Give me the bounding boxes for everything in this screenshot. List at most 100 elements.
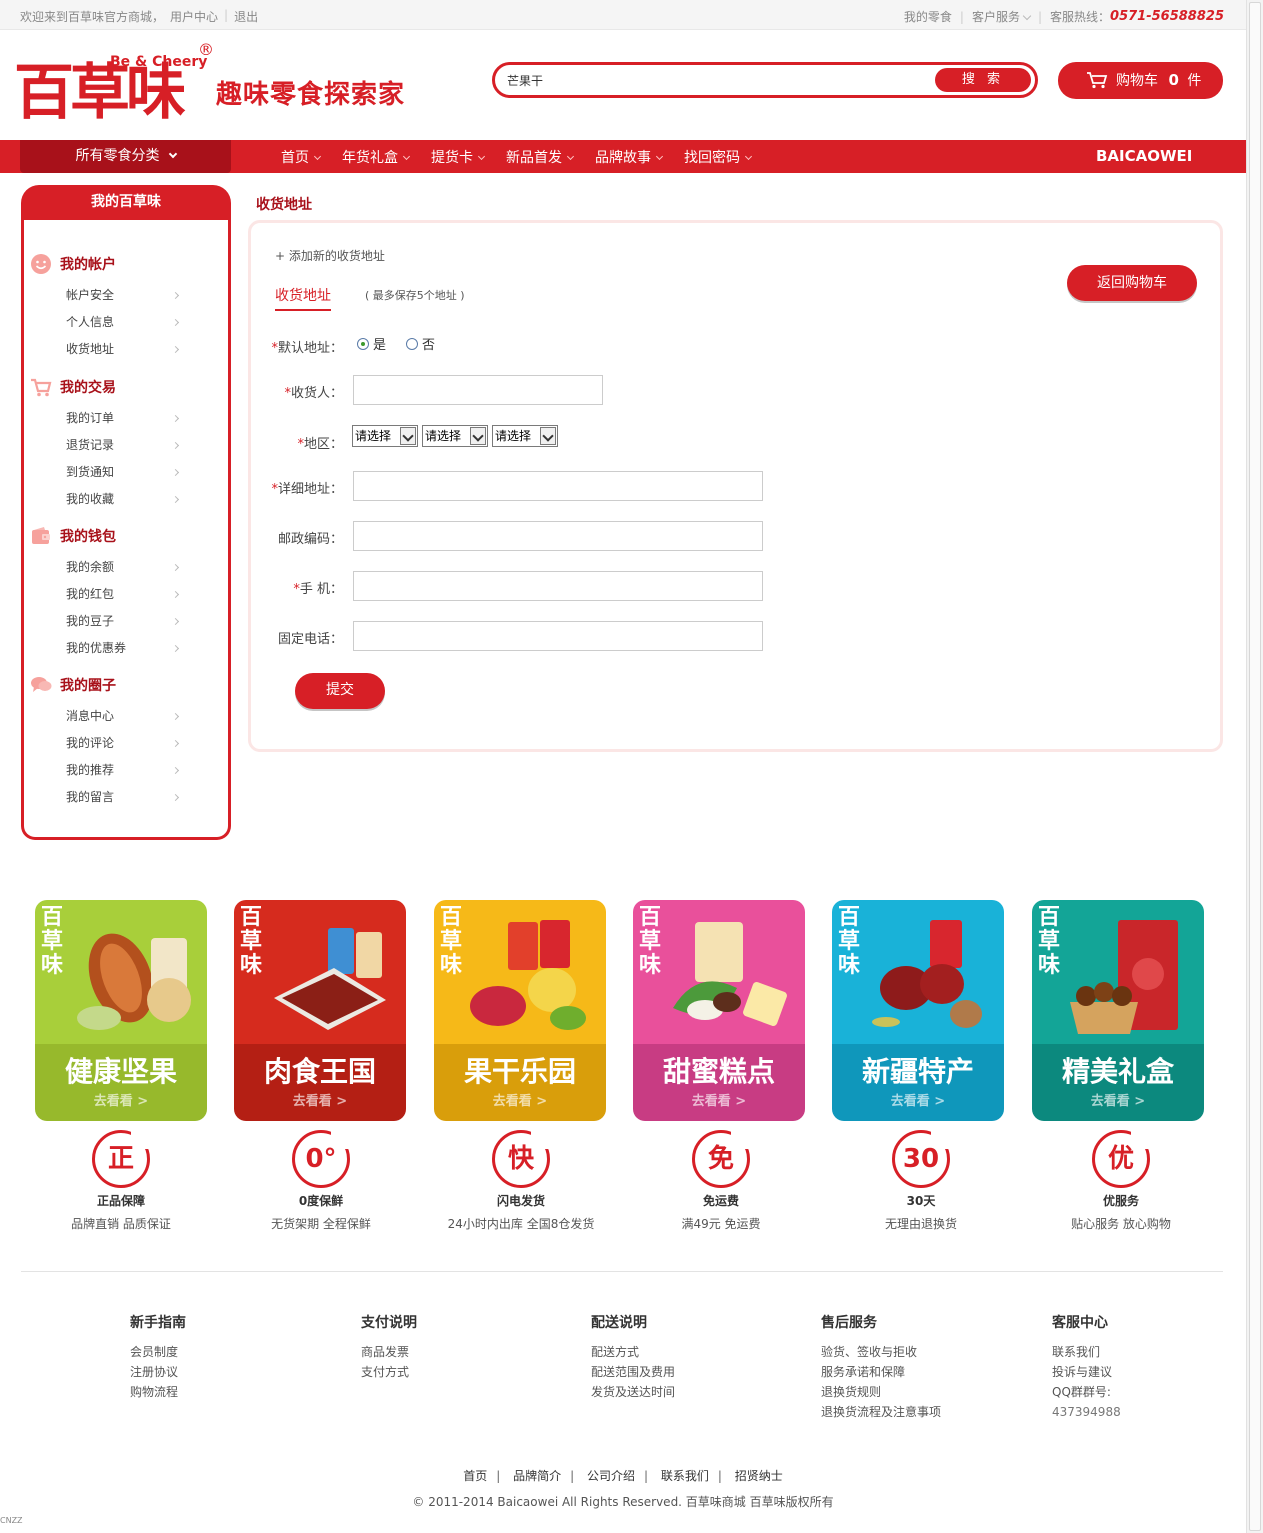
submit-button[interactable]: 提交 bbox=[295, 673, 385, 709]
excellent-icon: 优 bbox=[1092, 1127, 1153, 1188]
footer-link[interactable]: 支付方式 bbox=[361, 1362, 417, 1382]
nav-item-recover-password[interactable]: 找回密码 bbox=[684, 147, 753, 167]
footer-col-delivery: 配送说明 配送方式 配送范围及费用 发货及送达时间 bbox=[591, 1312, 675, 1402]
sidebar-item-account-security[interactable]: 帐户安全 bbox=[66, 282, 180, 309]
category-tile-meat[interactable]: 百草味 肉食王国 去看看 > bbox=[234, 900, 406, 1121]
chevron-down-icon bbox=[655, 152, 664, 160]
nav-item-voucher-card[interactable]: 提货卡 bbox=[431, 147, 486, 167]
chevron-down-icon bbox=[744, 152, 753, 160]
footer-link[interactable]: 验货、签收与拒收 bbox=[821, 1342, 941, 1362]
footer-link[interactable]: 会员制度 bbox=[130, 1342, 186, 1362]
footer-link[interactable]: 退换货流程及注意事项 bbox=[821, 1402, 941, 1422]
category-tile-xinjiang[interactable]: 百草味 新疆特产 去看看 > bbox=[832, 900, 1004, 1121]
default-no-radio[interactable]: 否 bbox=[406, 334, 435, 353]
sidebar-item-red-packets[interactable]: 我的红包 bbox=[66, 581, 180, 608]
city-select[interactable]: 请选择 bbox=[422, 425, 488, 447]
shopping-cart-icon bbox=[31, 378, 52, 397]
footer-link-careers[interactable]: 招贤纳士 bbox=[735, 1469, 783, 1483]
landline-input[interactable] bbox=[353, 621, 763, 651]
badge-service: 优 优服务 贴心服务 放心购物 bbox=[1036, 1127, 1206, 1232]
add-new-address-link[interactable]: + 添加新的收货地址 bbox=[275, 247, 385, 264]
footer-link-home[interactable]: 首页 bbox=[463, 1469, 487, 1483]
sidebar-item-favorites[interactable]: 我的收藏 bbox=[66, 486, 180, 513]
category-tile-pastry[interactable]: 百草味 甜蜜糕点 去看看 > bbox=[633, 900, 805, 1121]
footer-link-contact[interactable]: 联系我们 bbox=[661, 1469, 709, 1483]
row-region: *地区： 请选择 请选择 请选择 bbox=[251, 423, 1211, 453]
sidebar-item-my-messages[interactable]: 我的留言 bbox=[66, 784, 180, 811]
all-categories-menu[interactable]: 所有零食分类 bbox=[20, 140, 231, 173]
cart-button[interactable]: 购物车 0 件 bbox=[1058, 62, 1223, 99]
chevron-down-icon bbox=[540, 427, 556, 445]
district-select[interactable]: 请选择 bbox=[492, 425, 558, 447]
my-snacks-link[interactable]: 我的零食 bbox=[904, 8, 952, 25]
footer-link[interactable]: 投诉与建议 bbox=[1052, 1362, 1121, 1382]
scrollbar-thumb[interactable] bbox=[1249, 2, 1261, 1531]
back-to-cart-button[interactable]: 返回购物车 bbox=[1067, 265, 1197, 301]
footer-link[interactable]: 联系我们 bbox=[1052, 1342, 1121, 1362]
footer-link[interactable]: 商品发票 bbox=[361, 1342, 417, 1362]
footer-link[interactable]: 服务承诺和保障 bbox=[821, 1362, 941, 1382]
tile-logo: 百草味 bbox=[837, 905, 860, 978]
go-see-link[interactable]: 去看看 > bbox=[434, 1090, 606, 1109]
sidebar-item-my-orders[interactable]: 我的订单 bbox=[66, 405, 180, 432]
sidebar-item-my-reviews[interactable]: 我的评论 bbox=[66, 730, 180, 757]
detail-address-input[interactable] bbox=[353, 471, 763, 501]
jerky-image bbox=[274, 928, 386, 1030]
search-button[interactable]: 搜 索 bbox=[935, 68, 1031, 92]
chevron-right-icon bbox=[171, 617, 180, 626]
sidebar-item-shipping-address[interactable]: 收货地址 bbox=[66, 336, 180, 363]
sidebar-item-arrival-notice[interactable]: 到货通知 bbox=[66, 459, 180, 486]
category-tile-dried-fruit[interactable]: 百草味 果干乐园 去看看 > bbox=[434, 900, 606, 1121]
footer-link-company[interactable]: 公司介绍 bbox=[587, 1469, 635, 1483]
go-see-link[interactable]: 去看看 > bbox=[832, 1090, 1004, 1109]
zip-code-input[interactable] bbox=[353, 521, 763, 551]
sidebar-group-circle: 我的圈子 消息中心 我的评论 我的推荐 我的留言 bbox=[30, 673, 180, 811]
category-tile-gift-box[interactable]: 百草味 精美礼盒 去看看 > bbox=[1032, 900, 1204, 1121]
sidebar-group-wallet: 我的钱包 我的余额 我的红包 我的豆子 我的优惠券 bbox=[30, 524, 180, 662]
sidebar-item-return-records[interactable]: 退货记录 bbox=[66, 432, 180, 459]
logout-link[interactable]: 退出 bbox=[234, 8, 258, 25]
mobile-input[interactable] bbox=[353, 571, 763, 601]
sidebar-item-personal-info[interactable]: 个人信息 bbox=[66, 309, 180, 336]
category-tile-nuts[interactable]: 百草味 健康坚果 去看看 > bbox=[35, 900, 207, 1121]
go-see-link[interactable]: 去看看 > bbox=[234, 1090, 406, 1109]
customer-service-menu[interactable]: 客户服务 bbox=[972, 8, 1032, 25]
sidebar-item-balance[interactable]: 我的余额 bbox=[66, 554, 180, 581]
vertical-scrollbar[interactable] bbox=[1246, 0, 1263, 1533]
footer-link[interactable]: 退换货规则 bbox=[821, 1382, 941, 1402]
search-input[interactable] bbox=[507, 69, 927, 91]
nav-item-new-products[interactable]: 新品首发 bbox=[506, 147, 575, 167]
footer-link[interactable]: 注册协议 bbox=[130, 1362, 186, 1382]
chevron-down-icon bbox=[168, 149, 177, 159]
top-bar: 欢迎来到百草味官方商城， 用户中心 | 退出 我的零食 | 客户服务 | 客服热… bbox=[0, 0, 1246, 30]
row-phone: 固定电话： bbox=[251, 621, 1211, 651]
dried-fruit-image bbox=[470, 920, 586, 1030]
tab-shipping-address[interactable]: 收货地址 bbox=[275, 285, 331, 311]
sidebar-group-account: 我的帐户 帐户安全 个人信息 收货地址 bbox=[30, 252, 180, 363]
chevron-down-icon bbox=[470, 427, 486, 445]
footer-link[interactable]: 配送范围及费用 bbox=[591, 1362, 675, 1382]
footer-link[interactable]: 发货及送达时间 bbox=[591, 1382, 675, 1402]
nav-item-gift-box[interactable]: 年货礼盒 bbox=[342, 147, 411, 167]
chat-bubbles-icon bbox=[31, 677, 52, 692]
receiver-input[interactable] bbox=[353, 375, 603, 405]
user-center-link[interactable]: 用户中心 bbox=[170, 8, 218, 25]
nav-item-brand-story[interactable]: 品牌故事 bbox=[595, 147, 664, 167]
footer-link[interactable]: 购物流程 bbox=[130, 1382, 186, 1402]
wallet-icon bbox=[32, 527, 50, 544]
site-logo[interactable]: 百草味 Be & Cheery ® bbox=[14, 40, 214, 132]
sidebar-item-beans[interactable]: 我的豆子 bbox=[66, 608, 180, 635]
sidebar-item-message-center[interactable]: 消息中心 bbox=[66, 703, 180, 730]
pastry-image bbox=[673, 922, 787, 1026]
footer-link-brand[interactable]: 品牌简介 bbox=[513, 1469, 561, 1483]
go-see-link[interactable]: 去看看 > bbox=[35, 1090, 207, 1109]
sidebar-item-coupons[interactable]: 我的优惠券 bbox=[66, 635, 180, 662]
go-see-link[interactable]: 去看看 > bbox=[1032, 1090, 1204, 1109]
go-see-link[interactable]: 去看看 > bbox=[633, 1090, 805, 1109]
footer-link[interactable]: 配送方式 bbox=[591, 1342, 675, 1362]
nav-item-home[interactable]: 首页 bbox=[281, 147, 322, 167]
sidebar-item-my-recommendations[interactable]: 我的推荐 bbox=[66, 757, 180, 784]
province-select[interactable]: 请选择 bbox=[352, 425, 418, 447]
default-yes-radio[interactable]: 是 bbox=[357, 334, 386, 353]
footer-bottom-links: 首页 | 品牌简介 | 公司介绍 | 联系我们 | 招贤纳士 bbox=[463, 1469, 783, 1483]
